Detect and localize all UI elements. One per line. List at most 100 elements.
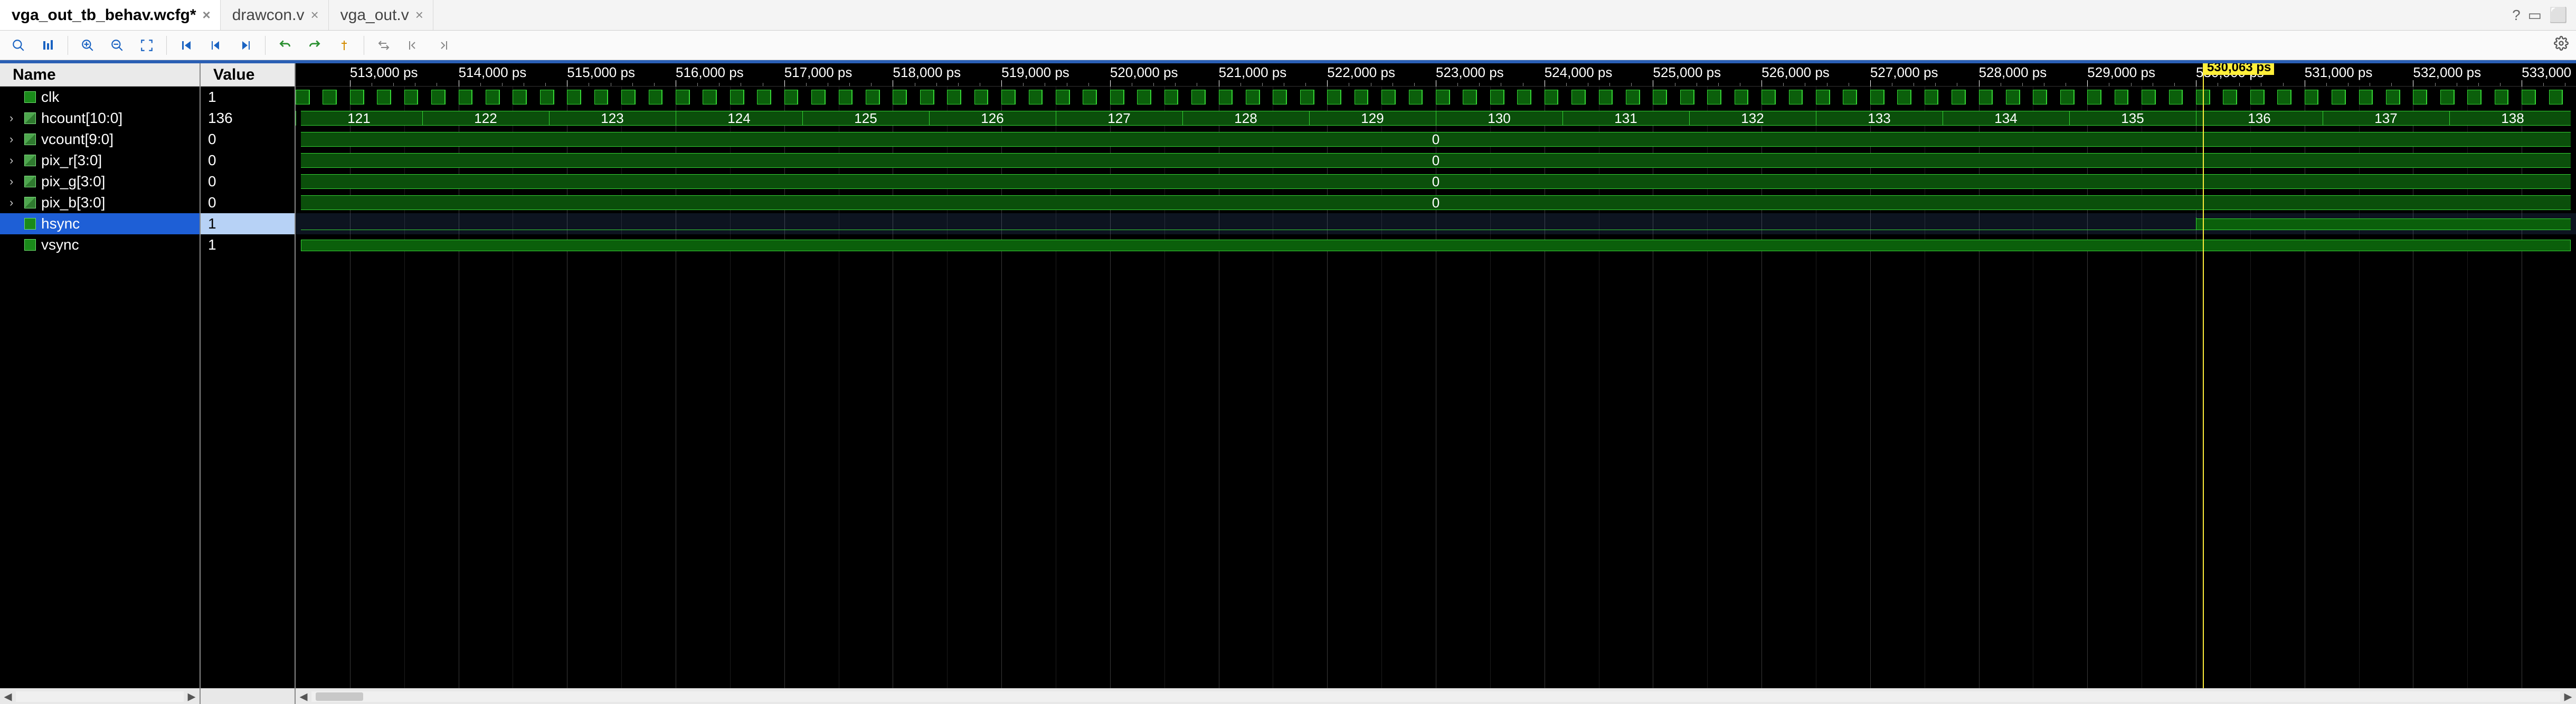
add-marker-icon[interactable]: [331, 34, 357, 57]
bus-value: 129: [1309, 111, 1436, 126]
signal-name-label: pix_g[3:0]: [41, 173, 105, 190]
tab-drawcon[interactable]: drawcon.v ×: [221, 0, 329, 30]
value-hscroll: [201, 688, 295, 704]
signal-value: 1: [201, 213, 295, 234]
wave-row-vsync[interactable]: [296, 234, 2576, 255]
signal-value-list[interactable]: 1136000011: [201, 87, 295, 688]
column-header-value[interactable]: Value: [201, 63, 295, 87]
signal-row-pix_b30[interactable]: › pix_b[3:0]: [0, 192, 200, 213]
bus-value: 136: [2196, 111, 2323, 126]
wave-row-hsync[interactable]: [296, 213, 2576, 234]
time-tick: 526,000 ps: [1761, 63, 1830, 87]
bus-value: 133: [1816, 111, 1943, 126]
swap-icon[interactable]: [371, 34, 397, 57]
scroll-track[interactable]: [311, 691, 2560, 702]
bus-value: 121: [296, 111, 422, 126]
signal-row-hsync[interactable]: hsync: [0, 213, 200, 234]
signal-row-vcount90[interactable]: ›vcount[9:0]: [0, 129, 200, 150]
close-icon[interactable]: ×: [415, 7, 423, 23]
signal-type-icon: [24, 112, 36, 124]
expand-icon[interactable]: ›: [10, 175, 19, 188]
bus-value: 131: [1562, 111, 1689, 126]
time-tick: 517,000 ps: [784, 63, 853, 87]
settings-icon[interactable]: [2554, 36, 2569, 55]
redo-icon[interactable]: [301, 34, 328, 57]
shift-left-icon[interactable]: [400, 34, 427, 57]
time-ruler[interactable]: 513,000 ps514,000 ps515,000 ps516,000 ps…: [296, 63, 2576, 87]
signal-name-label: clk: [41, 89, 59, 106]
signal-name-label: pix_r[3:0]: [41, 152, 102, 169]
time-tick: 521,000 ps: [1219, 63, 1287, 87]
time-tick: 513,000 ps: [350, 63, 418, 87]
bus-value: 130: [1436, 111, 1562, 126]
bus-value: 0: [296, 150, 2576, 171]
signal-name-label: pix_b[3:0]: [41, 194, 105, 211]
bus-value: 0: [296, 171, 2576, 192]
wave-row-pix_g30[interactable]: 0: [296, 171, 2576, 192]
next-edge-icon[interactable]: [232, 34, 259, 57]
wave-row-pix_b30[interactable]: 0: [296, 192, 2576, 213]
toolbar: [0, 31, 2576, 60]
expand-icon[interactable]: ›: [10, 196, 19, 210]
bars-icon[interactable]: [35, 34, 61, 57]
maximize-icon[interactable]: ⬜: [2549, 6, 2568, 24]
signal-name-list[interactable]: clk›hcount[10:0]›vcount[9:0]›pix_r[3:0]›…: [0, 87, 200, 688]
zoom-out-icon[interactable]: [104, 34, 130, 57]
scroll-thumb[interactable]: [316, 692, 363, 701]
expand-icon[interactable]: ›: [10, 132, 19, 146]
tab-strip: vga_out_tb_behav.wcfg* × drawcon.v × vga…: [0, 0, 2576, 31]
wave-hscroll[interactable]: ◂ ▸: [296, 688, 2576, 704]
signal-name-label: hcount[10:0]: [41, 110, 122, 127]
signal-value: 0: [201, 192, 295, 213]
zoom-in-icon[interactable]: [74, 34, 101, 57]
scroll-left-icon[interactable]: ◂: [0, 689, 16, 704]
restore-icon[interactable]: ▭: [2528, 6, 2542, 24]
bus-value: 128: [1182, 111, 1309, 126]
bus-value: 137: [2323, 111, 2449, 126]
waveform-panel[interactable]: 513,000 ps514,000 ps515,000 ps516,000 ps…: [296, 63, 2576, 704]
name-hscroll[interactable]: ◂ ▸: [0, 688, 200, 704]
signal-row-clk[interactable]: clk: [0, 87, 200, 108]
expand-icon[interactable]: ›: [10, 154, 19, 167]
bus-value: 122: [422, 111, 549, 126]
tab-vgaout[interactable]: vga_out.v ×: [329, 0, 433, 30]
scroll-right-icon[interactable]: ▸: [184, 689, 200, 704]
wave-row-clk[interactable]: [296, 87, 2576, 108]
prev-edge-icon[interactable]: [203, 34, 229, 57]
time-tick: 514,000 ps: [459, 63, 527, 87]
scroll-right-icon[interactable]: ▸: [2560, 689, 2576, 704]
signal-value: 136: [201, 108, 295, 129]
search-icon[interactable]: [5, 34, 32, 57]
signal-row-vsync[interactable]: vsync: [0, 234, 200, 255]
close-icon[interactable]: ×: [203, 7, 211, 23]
signal-row-pix_r30[interactable]: › pix_r[3:0]: [0, 150, 200, 171]
signal-name-panel: Name clk›hcount[10:0]›vcount[9:0]›pix_r[…: [0, 63, 201, 704]
waveform-body[interactable]: 1211221231241251261271281291301311321331…: [296, 87, 2576, 688]
zoom-fit-icon[interactable]: [134, 34, 160, 57]
shift-right-icon[interactable]: [430, 34, 456, 57]
expand-icon[interactable]: ›: [10, 111, 19, 125]
wave-row-vcount90[interactable]: 0: [296, 129, 2576, 150]
wave-row-hcount100[interactable]: 1211221231241251261271281291301311321331…: [296, 108, 2576, 129]
signal-row-hcount100[interactable]: › hcount[10:0]: [0, 108, 200, 129]
signal-type-icon: [24, 155, 36, 166]
undo-icon[interactable]: [272, 34, 298, 57]
time-tick: 529,000 ps: [2087, 63, 2155, 87]
signal-type-icon: [24, 197, 36, 208]
bus-value: 126: [929, 111, 1056, 126]
bus-value: 125: [802, 111, 929, 126]
scroll-left-icon[interactable]: ◂: [296, 689, 311, 704]
tab-wcfg[interactable]: vga_out_tb_behav.wcfg* ×: [0, 0, 221, 30]
time-tick: 533,000 ps: [2522, 63, 2576, 87]
signal-value: 1: [201, 234, 295, 255]
time-tick: 532,000 ps: [2413, 63, 2481, 87]
time-tick: 519,000 ps: [1001, 63, 1069, 87]
wave-row-pix_r30[interactable]: 0: [296, 150, 2576, 171]
signal-row-pix_g30[interactable]: › pix_g[3:0]: [0, 171, 200, 192]
help-icon[interactable]: ?: [2512, 7, 2521, 24]
close-icon[interactable]: ×: [310, 7, 318, 23]
signal-type-icon: [24, 176, 36, 187]
go-start-icon[interactable]: [173, 34, 200, 57]
column-header-name[interactable]: Name: [0, 63, 200, 87]
time-tick: 518,000 ps: [893, 63, 961, 87]
